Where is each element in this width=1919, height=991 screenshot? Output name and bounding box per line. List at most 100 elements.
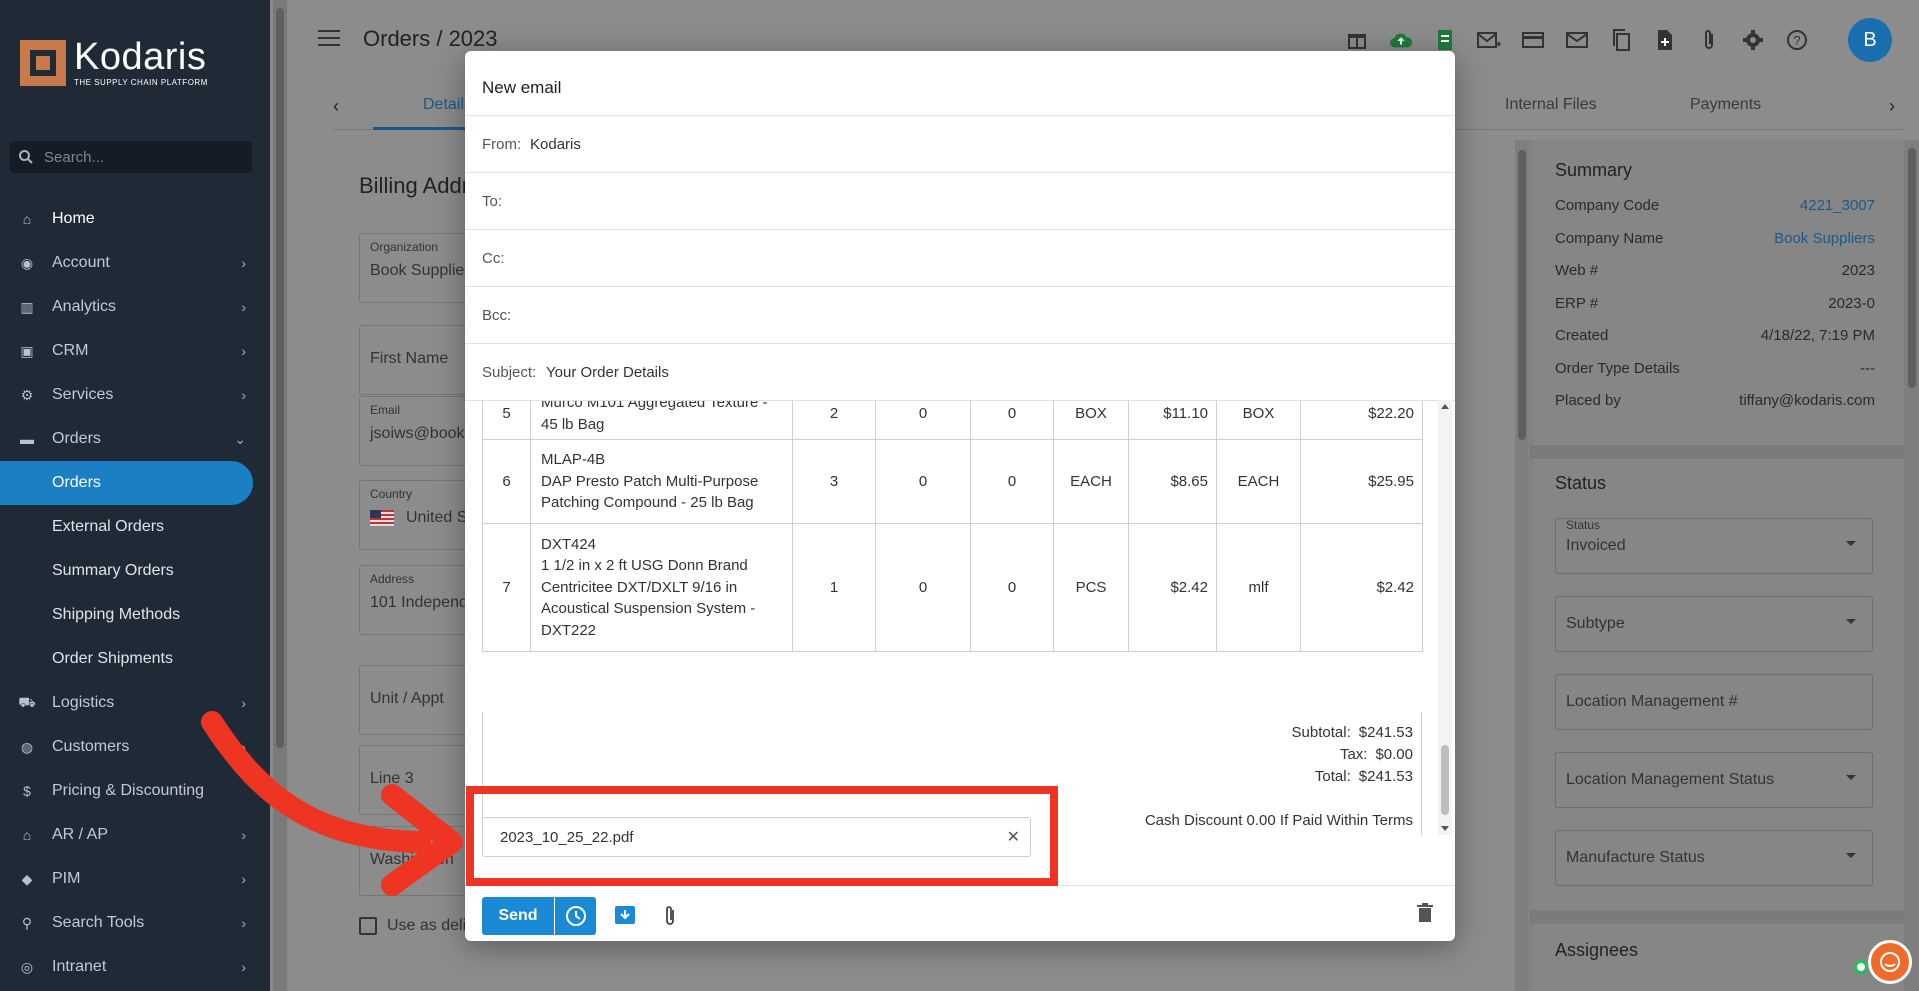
subtype-select[interactable]: Subtype xyxy=(1555,596,1873,652)
trash-icon[interactable] xyxy=(1417,903,1433,928)
sidebar-item-search-tools[interactable]: ⚲ Search Tools › xyxy=(0,901,270,945)
scroll-down-arrow-icon[interactable] xyxy=(1441,826,1449,831)
send-button[interactable]: Send xyxy=(482,897,554,935)
tab-payments[interactable]: Payments xyxy=(1690,96,1761,114)
copy-icon[interactable] xyxy=(1609,28,1633,52)
credit-card-icon[interactable] xyxy=(1521,28,1545,52)
chevron-right-icon: › xyxy=(241,915,246,931)
svg-text:?: ? xyxy=(1793,33,1800,48)
gear-icon[interactable] xyxy=(1741,28,1765,52)
file-add-icon[interactable] xyxy=(1653,28,1677,52)
menu-icon[interactable] xyxy=(318,30,340,46)
tax-label: Tax: xyxy=(1339,746,1368,763)
gift-icon[interactable] xyxy=(1345,28,1369,52)
desc-line: DXT424 xyxy=(541,535,597,553)
summary-value: 2023 xyxy=(1841,262,1875,279)
to-field[interactable]: To: xyxy=(465,172,1455,229)
subject-field[interactable]: Subject: Your Order Details xyxy=(465,343,1455,400)
line-number: 6 xyxy=(482,439,531,524)
sidebar-subitem-external-orders[interactable]: External Orders xyxy=(0,505,270,549)
insert-template-icon[interactable] xyxy=(614,905,636,930)
tax-value: $0.00 xyxy=(1375,746,1413,763)
tab-internal-files[interactable]: Internal Files xyxy=(1505,96,1597,114)
sidebar-subitem-order-shipments[interactable]: Order Shipments xyxy=(0,637,270,681)
scroll-up-arrow-icon[interactable] xyxy=(1441,404,1449,409)
main-scrollbar[interactable] xyxy=(1515,140,1529,991)
sidebar-item-label: Analytics xyxy=(52,298,117,315)
page-scrollbar[interactable] xyxy=(1904,140,1919,991)
email-body[interactable]: 5 Murco M101 Aggregated Texture - 45 lb B… xyxy=(465,400,1455,835)
schedule-send-button[interactable] xyxy=(554,897,596,935)
bcc-field[interactable]: Bcc: xyxy=(465,286,1455,343)
scrollbar-thumb[interactable] xyxy=(276,8,284,748)
company-code-link[interactable]: 4221_3007 xyxy=(1800,197,1875,230)
sidebar-item-home[interactable]: ⌂ Home xyxy=(0,197,270,241)
summary-value: 4/18/22, 7:19 PM xyxy=(1760,327,1875,344)
sidebar-item-account[interactable]: ◉ Account › xyxy=(0,241,270,285)
sidebar-item-customers[interactable]: ◍ Customers › xyxy=(0,725,270,769)
from-value: Kodaris xyxy=(530,136,581,153)
logo-tagline: THE SUPPLY CHAIN PLATFORM xyxy=(74,78,208,87)
manufacture-status-select[interactable]: Manufacture Status xyxy=(1555,830,1873,886)
kodaris-logo[interactable]: Kodaris THE SUPPLY CHAIN PLATFORM xyxy=(20,38,208,87)
status-select[interactable]: Status Invoiced xyxy=(1555,518,1873,574)
sidebar-item-ar-ap[interactable]: ⌂ AR / AP › xyxy=(0,813,270,857)
sidebar-subitem-orders[interactable]: Orders xyxy=(0,461,253,505)
line-total: $25.95 xyxy=(1300,439,1423,524)
company-name-link[interactable]: Book Suppliers xyxy=(1774,230,1875,263)
invoice-icon[interactable] xyxy=(1433,28,1457,52)
paperclip-icon[interactable] xyxy=(1697,28,1721,52)
cloud-upload-icon[interactable] xyxy=(1389,28,1413,52)
sidebar-item-analytics[interactable]: ▥ Analytics › xyxy=(0,285,270,329)
us-flag-icon xyxy=(370,510,394,526)
location-management-input[interactable]: Location Management # xyxy=(1555,674,1873,730)
chat-icon[interactable] xyxy=(1868,940,1912,984)
line-number: 5 xyxy=(482,401,531,440)
scrollbar-thumb[interactable] xyxy=(1441,745,1449,815)
sidebar-item-label: Home xyxy=(52,210,95,227)
logo-name: Kodaris xyxy=(74,36,207,78)
crm-icon: ▣ xyxy=(20,342,34,359)
sidebar-item-logistics[interactable]: ⛟ Logistics › xyxy=(0,681,270,725)
cc-field[interactable]: Cc: xyxy=(465,229,1455,286)
dialog-footer: Send xyxy=(465,885,1455,941)
divider xyxy=(1531,445,1919,459)
sidebar-item-pim[interactable]: ◆ PIM › xyxy=(0,857,270,901)
scrollbar-thumb[interactable] xyxy=(1908,148,1916,388)
mail-icon[interactable] xyxy=(1565,28,1589,52)
avatar[interactable]: B xyxy=(1848,18,1892,62)
paperclip-icon[interactable] xyxy=(662,905,678,932)
sidebar-subitem-shipping-methods[interactable]: Shipping Methods xyxy=(0,593,270,637)
scrollbar-thumb[interactable] xyxy=(1518,150,1526,440)
email-body-scrollbar[interactable] xyxy=(1438,400,1452,835)
page-title: Orders / 2023 xyxy=(363,26,498,51)
sidebar-item-crm[interactable]: ▣ CRM › xyxy=(0,329,270,373)
sidebar-item-orders[interactable]: ▬ Orders ⌄ xyxy=(0,417,270,461)
sidebar-subitem-summary-orders[interactable]: Summary Orders xyxy=(0,549,270,593)
desc-line: DAP Presto Patch Multi-Purpose xyxy=(541,472,759,490)
field-placeholder: Washington xyxy=(370,851,454,868)
summary-row: Created 4/18/22, 7:19 PM xyxy=(1555,327,1875,360)
sidebar-item-pricing[interactable]: $ Pricing & Discounting xyxy=(0,769,270,813)
desc-line: 45 lb Bag xyxy=(541,415,605,433)
summary-key: ERP # xyxy=(1555,294,1599,312)
sidebar-search-input[interactable]: Search... xyxy=(10,141,252,173)
chevron-down-icon: ⌄ xyxy=(234,431,246,447)
sidebar-item-label: Account xyxy=(52,254,110,271)
qty-backordered: 0 xyxy=(970,401,1054,440)
sidebar-item-intranet[interactable]: ◎ Intranet › xyxy=(0,945,270,989)
sidebar-item-label: Orders xyxy=(52,430,101,447)
qty-shipped: 0 xyxy=(875,523,971,652)
summary-panel: Summary Company Code 4221_3007 Company Na… xyxy=(1530,140,1919,991)
unit-price: $8.65 xyxy=(1128,439,1217,524)
sidebar-scrollbar[interactable] xyxy=(273,0,287,991)
desc-line: 1 1/2 in x 2 ft USG Donn Brand xyxy=(541,557,748,575)
sidebar-item-services[interactable]: ⚙ Services › xyxy=(0,373,270,417)
person-icon: ◉ xyxy=(20,254,34,271)
help-icon[interactable]: ? xyxy=(1785,28,1809,52)
chevron-left-icon[interactable]: ‹ xyxy=(333,96,339,117)
mail-forward-icon[interactable] xyxy=(1477,28,1501,52)
subject-value[interactable]: Your Order Details xyxy=(546,364,669,381)
location-management-status-select[interactable]: Location Management Status xyxy=(1555,752,1873,808)
chevron-right-icon[interactable]: › xyxy=(1889,96,1895,117)
